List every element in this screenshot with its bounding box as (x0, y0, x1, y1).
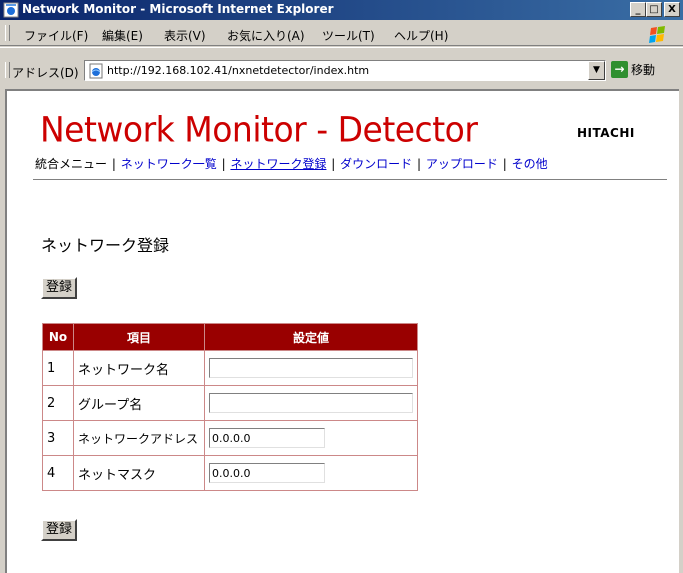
address-bar: アドレス(D) http://192.168.102.41/nxnetdetec… (0, 47, 683, 88)
window-title-bar[interactable]: Network Monitor - Microsoft Internet Exp… (0, 0, 683, 20)
address-label: アドレス(D) (12, 66, 79, 80)
table-row: 1 ネットワーク名 (42, 350, 418, 386)
nav-separator: | (331, 157, 336, 171)
header-no: No (42, 323, 74, 351)
menu-view[interactable]: 表示(V) (164, 27, 206, 44)
ie-page-icon (3, 2, 19, 18)
menu-bar: ファイル(F) 編集(E) 表示(V) お気に入り(A) ツール(T) ヘルプ(… (0, 22, 683, 46)
ie-page-icon (89, 63, 103, 79)
go-label: 移動 (631, 63, 656, 77)
page-content: Network Monitor - Detector HITACHI 統合メニュ… (5, 89, 679, 573)
nav-menu: 統合メニュー | ネットワーク一覧 | ネットワーク登録 | ダウンロード | … (35, 155, 548, 172)
close-button[interactable]: X (664, 2, 680, 17)
window-title: Network Monitor - Microsoft Internet Exp… (22, 2, 334, 16)
address-url: http://192.168.102.41/nxnetdetector/inde… (107, 64, 370, 77)
table-header-row: No 項目 設定値 (42, 323, 418, 351)
go-button[interactable]: → 移動 (611, 61, 655, 81)
nav-item-download[interactable]: ダウンロード (340, 157, 412, 171)
row-item: グループ名 (73, 385, 205, 421)
menu-edit[interactable]: 編集(E) (102, 27, 143, 44)
header-value: 設定値 (204, 323, 418, 351)
header-item: 項目 (73, 323, 205, 351)
row-item: ネットワーク名 (73, 350, 205, 386)
row-no: 1 (42, 350, 74, 386)
network-address-input[interactable] (209, 428, 325, 448)
nav-separator: | (502, 157, 507, 171)
row-item: ネットマスク (73, 455, 205, 491)
nav-item-network-register[interactable]: ネットワーク登録 (230, 157, 326, 171)
nav-separator: | (417, 157, 422, 171)
nav-item-integrated-menu: 統合メニュー (35, 157, 108, 171)
address-input[interactable]: http://192.168.102.41/nxnetdetector/inde… (84, 60, 606, 81)
menu-tools[interactable]: ツール(T) (322, 27, 375, 44)
menu-file[interactable]: ファイル(F) (24, 27, 88, 44)
menu-favorites[interactable]: お気に入り(A) (227, 27, 305, 44)
nav-item-other[interactable]: その他 (512, 157, 548, 171)
group-name-input[interactable] (209, 393, 413, 413)
register-button-top[interactable]: 登録 (41, 277, 78, 299)
row-no: 3 (42, 420, 74, 456)
row-no: 4 (42, 455, 74, 491)
app-logo: Network Monitor - Detector (40, 109, 478, 150)
maximize-button[interactable]: □ (646, 2, 662, 17)
windows-logo-icon (649, 26, 665, 43)
nav-separator: | (111, 157, 116, 171)
address-grip[interactable] (5, 62, 10, 78)
network-name-input[interactable] (209, 358, 413, 378)
header-divider (33, 179, 667, 180)
register-button-bottom[interactable]: 登録 (41, 519, 78, 541)
minimize-button[interactable]: _ (630, 2, 646, 17)
nav-item-upload[interactable]: アップロード (426, 157, 498, 171)
toolbar-grip[interactable] (5, 25, 10, 41)
address-dropdown-button[interactable]: ▼ (588, 61, 605, 80)
go-arrow-icon: → (611, 61, 628, 78)
row-no: 2 (42, 385, 74, 421)
brand-name: HITACHI (577, 126, 635, 140)
menu-help[interactable]: ヘルプ(H) (394, 27, 448, 44)
table-row: 4 ネットマスク (42, 455, 418, 491)
table-row: 2 グループ名 (42, 385, 418, 421)
nav-separator: | (221, 157, 226, 171)
network-form-table: No 項目 設定値 1 ネットワーク名 2 グループ名 3 ネットワークアドレス… (42, 323, 418, 491)
nav-item-network-list[interactable]: ネットワーク一覧 (121, 157, 217, 171)
page-title: ネットワーク登録 (41, 236, 170, 255)
table-row: 3 ネットワークアドレス (42, 420, 418, 456)
netmask-input[interactable] (209, 463, 325, 483)
row-item: ネットワークアドレス (73, 420, 205, 456)
